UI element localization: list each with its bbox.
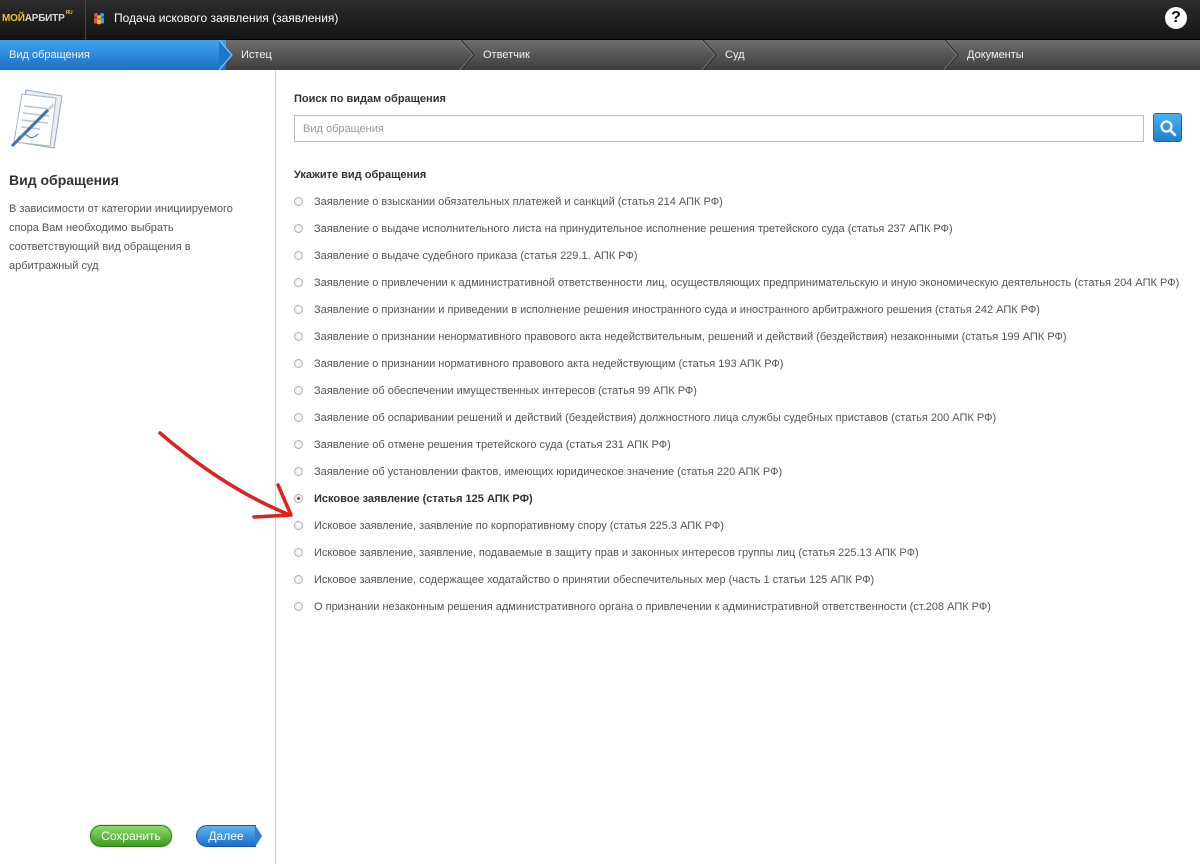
list-item[interactable]: Заявление об установлении фактов, имеющи… (294, 464, 1189, 480)
option-label: Исковое заявление, содержащее ходатайств… (314, 574, 875, 586)
list-item[interactable]: Заявление о привлечении к административн… (294, 275, 1189, 291)
tab-istec[interactable]: Истец (226, 40, 474, 70)
search-button[interactable] (1153, 113, 1182, 142)
search-icon (1160, 120, 1177, 137)
radio-button[interactable] (294, 305, 303, 314)
radio-button[interactable] (294, 332, 303, 341)
option-label: Исковое заявление, заявление, подаваемые… (314, 547, 919, 559)
radio-button[interactable] (294, 224, 303, 233)
tab-otvetchik[interactable]: Ответчик (468, 40, 716, 70)
option-label: Заявление о признании нормативного право… (314, 358, 784, 370)
main-content: Поиск по видам обращения Укажите вид обр… (277, 70, 1200, 864)
option-label: Заявление о выдаче судебного приказа (ст… (314, 250, 638, 262)
option-label: Заявление о взыскании обязательных плате… (314, 196, 723, 208)
search-input[interactable] (294, 115, 1144, 142)
tab-label: Документы (967, 49, 1024, 61)
option-label: Заявление о выдаче исполнительного листа… (314, 223, 953, 235)
list-item[interactable]: Заявление о взыскании обязательных плате… (294, 194, 1189, 210)
option-label: Заявление о признании и приведении в исп… (314, 304, 1040, 316)
list-item[interactable]: Исковое заявление, заявление по корпорат… (294, 518, 1189, 534)
options-heading: Укажите вид обращения (294, 169, 427, 181)
search-label: Поиск по видам обращения (294, 93, 446, 105)
option-label: Заявление о признании ненормативного пра… (314, 331, 1067, 343)
tab-label: Вид обращения (9, 49, 90, 61)
list-item[interactable]: Заявление о признании ненормативного пра… (294, 329, 1189, 345)
red-arrow-icon (158, 431, 293, 519)
tab-label: Суд (725, 49, 745, 61)
step-tabs: Вид обращения Истец Ответчик Суд Докумен… (0, 40, 1200, 70)
tab-label: Истец (241, 49, 272, 61)
tab-sud[interactable]: Суд (710, 40, 958, 70)
next-button-arrow[interactable] (255, 825, 262, 847)
request-type-list: Заявление о взыскании обязательных плате… (294, 194, 1189, 626)
save-button[interactable]: Сохранить (90, 825, 172, 847)
list-item[interactable]: Заявление об обеспечении имущественных и… (294, 383, 1189, 399)
list-item[interactable]: Заявление об отмене решения третейского … (294, 437, 1189, 453)
logo-text-part1: МОЙ (2, 12, 25, 24)
list-item[interactable]: Заявление об оспаривании решений и дейст… (294, 410, 1189, 426)
list-item-selected[interactable]: Исковое заявление (статья 125 АПК РФ) (294, 491, 1189, 507)
radio-button[interactable] (294, 602, 303, 611)
list-item[interactable]: Заявление о признании нормативного право… (294, 356, 1189, 372)
signed-document-icon (10, 89, 63, 149)
list-item[interactable]: Исковое заявление, содержащее ходатайств… (294, 572, 1189, 588)
option-label: Исковое заявление (статья 125 АПК РФ) (314, 493, 533, 505)
logo-text-part2: АРБИТР (24, 12, 65, 24)
radio-button[interactable] (294, 359, 303, 368)
option-label: Заявление об обеспечении имущественных и… (314, 385, 697, 397)
top-bar: МОЙ АРБИТР RU Подача искового заявления … (0, 0, 1200, 40)
option-label: Заявление об отмене решения третейского … (314, 439, 671, 451)
tab-vid-obrashcheniya[interactable]: Вид обращения (0, 40, 233, 70)
option-label: Исковое заявление, заявление по корпорат… (314, 520, 724, 532)
option-label: Заявление о привлечении к административн… (314, 277, 1180, 289)
list-item[interactable]: Заявление о выдаче судебного приказа (ст… (294, 248, 1189, 264)
logo[interactable]: МОЙ АРБИТР RU (2, 7, 82, 29)
radio-button[interactable] (294, 575, 303, 584)
option-label: Заявление об оспаривании решений и дейст… (314, 412, 997, 424)
radio-button[interactable] (294, 386, 303, 395)
radio-button[interactable] (294, 413, 303, 422)
radio-button[interactable] (294, 548, 303, 557)
tab-dokumenty[interactable]: Документы (952, 40, 1200, 70)
list-item[interactable]: Заявление о выдаче исполнительного листа… (294, 221, 1189, 237)
radio-button[interactable] (294, 278, 303, 287)
list-item[interactable]: О признании незаконным решения администр… (294, 599, 1189, 615)
sidebar-description: В зависимости от категории инициируемого… (9, 203, 233, 272)
list-item[interactable]: Исковое заявление, заявление, подаваемые… (294, 545, 1189, 561)
option-label: О признании незаконным решения администр… (314, 601, 991, 613)
next-button[interactable]: Далее (196, 825, 256, 847)
sidebar-title: Вид обращения (9, 172, 119, 188)
help-button[interactable]: ? (1165, 7, 1187, 29)
window-title: Подача искового заявления (заявления) (114, 11, 339, 25)
radio-button[interactable] (294, 197, 303, 206)
option-label: Заявление об установлении фактов, имеющи… (314, 466, 783, 478)
divider (85, 0, 86, 40)
radio-button[interactable] (294, 251, 303, 260)
people-icon (94, 13, 104, 25)
list-item[interactable]: Заявление о признании и приведении в исп… (294, 302, 1189, 318)
tab-label: Ответчик (483, 49, 530, 61)
logo-suffix: RU (65, 10, 73, 16)
